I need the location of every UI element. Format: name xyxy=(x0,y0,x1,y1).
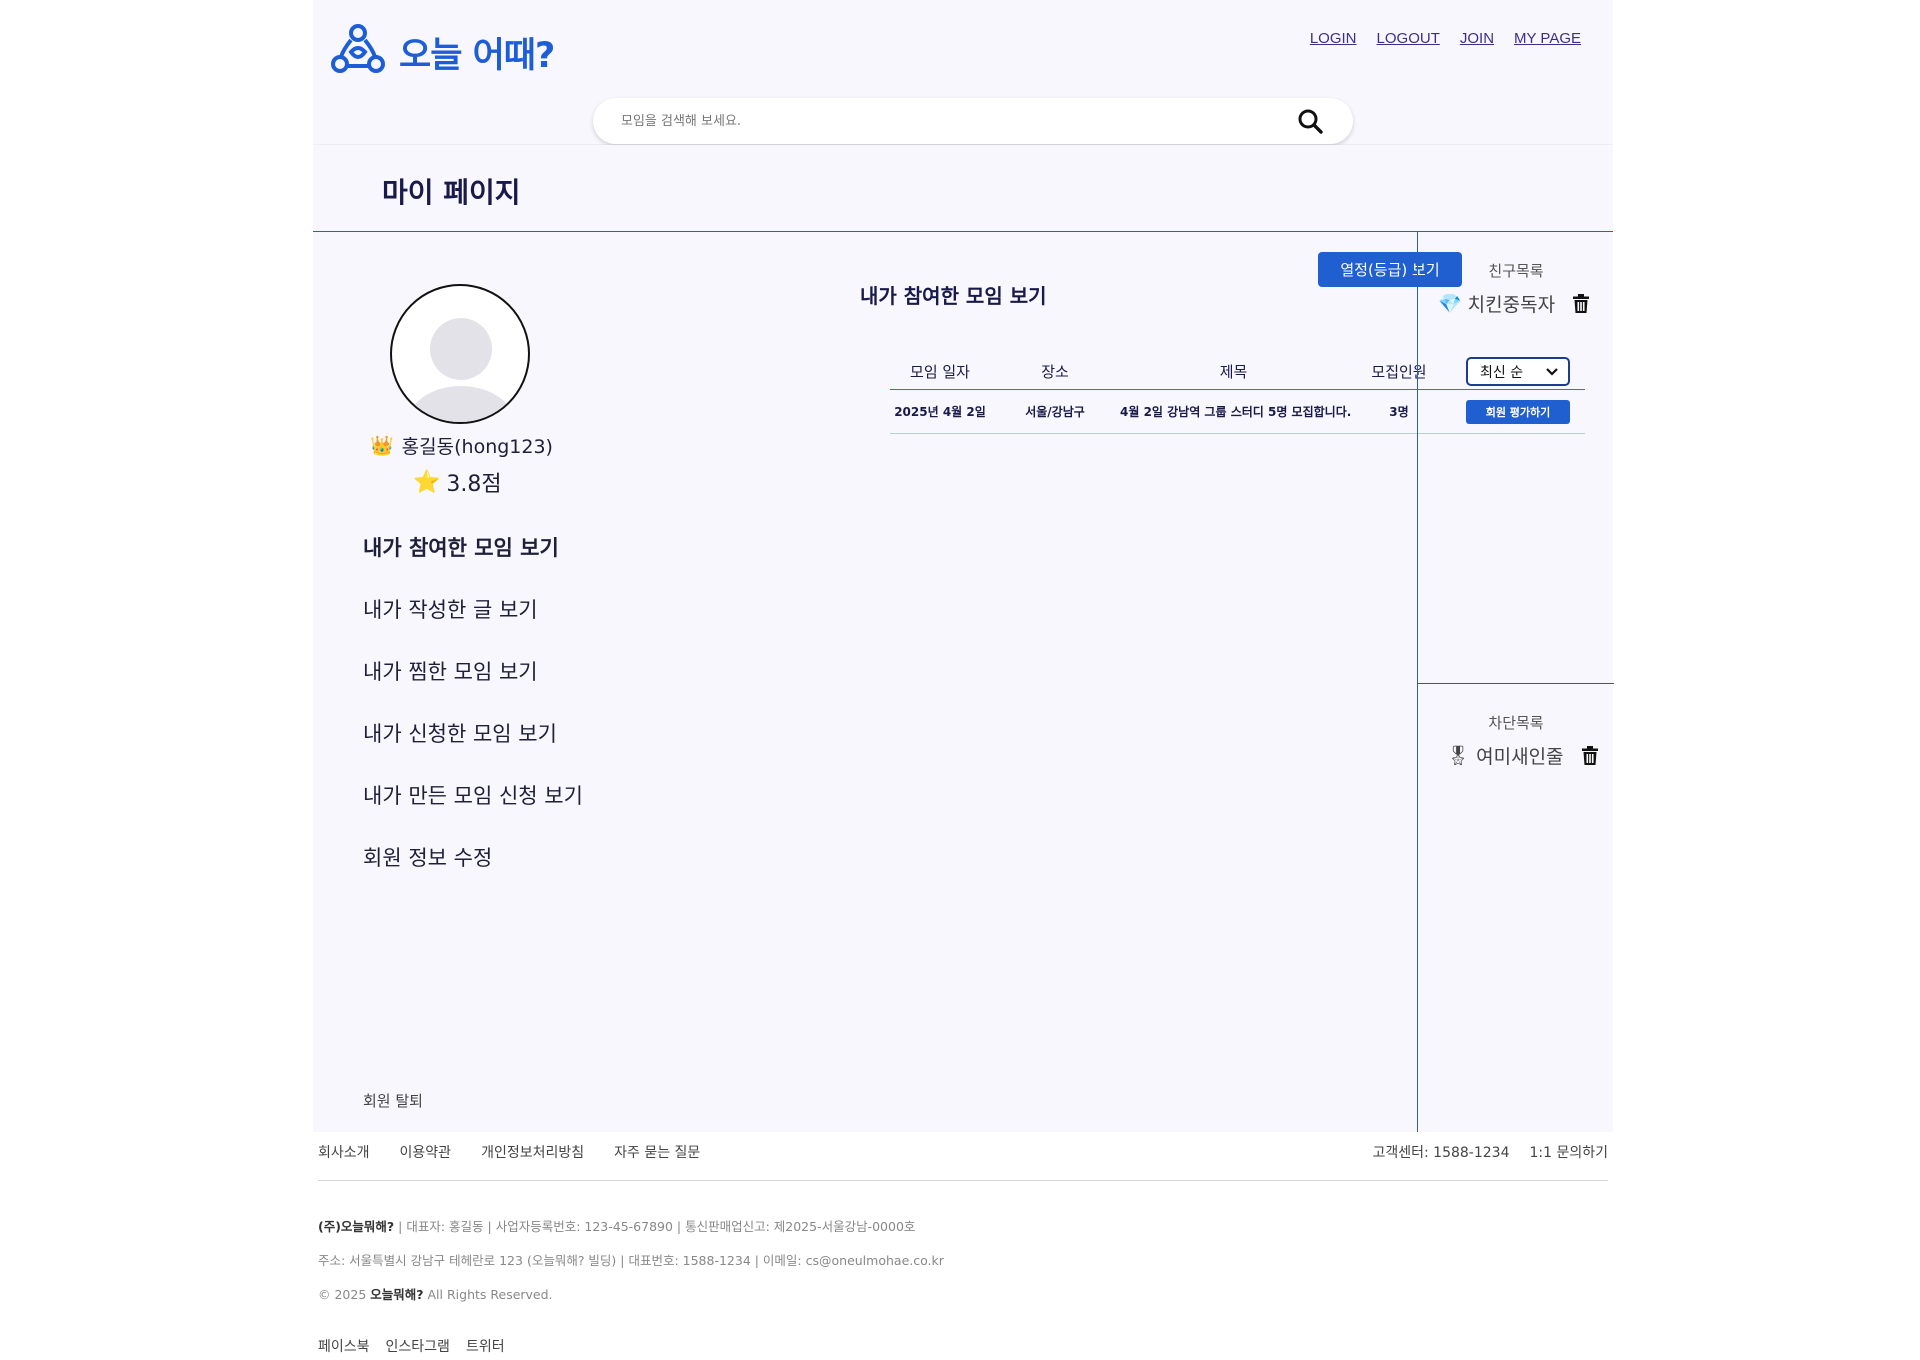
content-area: 👑 홍길동(hong123) ⭐ 3.8점 내가 참여한 모임 보기 내가 작성… xyxy=(313,232,1614,1132)
mypage-link[interactable]: MY PAGE xyxy=(1514,30,1581,47)
copyright-brand: 오늘뭐해? xyxy=(370,1287,424,1302)
relations-sidebar: 친구목록 💎 치킨중독자 차단목록 🎖 여미새인줄 xyxy=(1417,232,1614,1132)
cell-title[interactable]: 4월 2일 강남역 그룹 스터디 5명 모집합니다. xyxy=(1120,403,1351,420)
twitter-link[interactable]: 트위터 xyxy=(466,1336,505,1356)
blocked-item: 🎖 여미새인줄 xyxy=(1446,742,1598,769)
search-icon[interactable] xyxy=(1295,106,1325,136)
cell-place: 서울/강남구 xyxy=(1025,405,1085,419)
address-info: 주소: 서울특별시 강남구 테헤란로 123 (오늘뭐해? 빌딩) | 대표번호… xyxy=(318,1253,944,1268)
menu-edit-profile[interactable]: 회원 정보 수정 xyxy=(363,842,583,904)
logout-link[interactable]: LOGOUT xyxy=(1377,30,1440,47)
user-line: 👑 홍길동(hong123) xyxy=(370,432,553,459)
inquiry-link[interactable]: 1:1 문의하기 xyxy=(1529,1142,1608,1162)
page: 오늘 어때? LOGIN LOGOUT JOIN MY PAGE 마이 페이지 xyxy=(313,0,1614,1360)
logo[interactable]: 오늘 어때? xyxy=(329,22,555,82)
menu-my-posts[interactable]: 내가 작성한 글 보기 xyxy=(363,594,583,656)
friend-item: 💎 치킨중독자 xyxy=(1438,290,1590,317)
trash-icon[interactable] xyxy=(1581,746,1598,765)
facebook-link[interactable]: 페이스북 xyxy=(318,1336,370,1356)
footer: 회사소개 이용약관 개인정보처리방침 자주 묻는 질문 고객센터: 1588-1… xyxy=(313,1132,1613,1360)
blocked-title: 차단목록 xyxy=(1488,714,1544,732)
withdraw-link[interactable]: 회원 탈퇴 xyxy=(363,1090,423,1111)
footer-support: 고객센터: 1588-1234 1:1 문의하기 xyxy=(1372,1142,1608,1162)
login-link[interactable]: LOGIN xyxy=(1310,30,1357,47)
column-header: 모임 일자 xyxy=(910,363,970,381)
instagram-link[interactable]: 인스타그램 xyxy=(386,1336,450,1356)
friends-section: 친구목록 💎 치킨중독자 xyxy=(1418,232,1614,684)
footer-link-faq[interactable]: 자주 묻는 질문 xyxy=(614,1142,700,1162)
footer-link-terms[interactable]: 이용약관 xyxy=(400,1142,452,1162)
footer-link-privacy[interactable]: 개인정보처리방침 xyxy=(481,1142,584,1162)
column-header: 제목 xyxy=(1219,363,1248,381)
avatar-body xyxy=(406,386,516,422)
profile-sidebar: 👑 홍길동(hong123) ⭐ 3.8점 내가 참여한 모임 보기 내가 작성… xyxy=(313,232,603,1132)
section-title: 내가 참여한 모임 보기 xyxy=(860,284,1047,308)
trash-icon[interactable] xyxy=(1573,294,1590,313)
header: 오늘 어때? LOGIN LOGOUT JOIN MY PAGE xyxy=(313,0,1613,145)
title-bar: 마이 페이지 xyxy=(313,145,1613,232)
page-title: 마이 페이지 xyxy=(382,176,521,209)
community-logo-icon xyxy=(329,22,387,82)
menu-joined-meetings[interactable]: 내가 참여한 모임 보기 xyxy=(363,532,583,594)
menu-my-meeting-applications[interactable]: 내가 만든 모임 신청 보기 xyxy=(363,780,583,842)
cell-date: 2025년 4월 2일 xyxy=(894,405,986,419)
footer-links: 회사소개 이용약관 개인정보처리방침 자주 묻는 질문 xyxy=(318,1142,700,1162)
avatar-head xyxy=(430,318,492,380)
menu-applied-meetings[interactable]: 내가 신청한 모임 보기 xyxy=(363,718,583,780)
diamond-icon: 💎 xyxy=(1438,293,1462,315)
user-name: 홍길동(hong123) xyxy=(401,436,553,458)
mypage-menu: 내가 참여한 모임 보기 내가 작성한 글 보기 내가 찜한 모임 보기 내가 … xyxy=(363,532,583,904)
copyright-suffix: All Rights Reserved. xyxy=(423,1287,553,1302)
company-details: | 대표자: 홍길동 | 사업자등록번호: 123-45-67890 | 통신판… xyxy=(394,1219,916,1234)
column-header: 장소 xyxy=(1041,363,1069,381)
blocked-name[interactable]: 여미새인줄 xyxy=(1476,742,1563,769)
star-icon: ⭐ xyxy=(413,469,441,495)
blocked-section: 차단목록 🎖 여미새인줄 xyxy=(1418,684,1614,1132)
friend-name[interactable]: 치킨중독자 xyxy=(1468,290,1555,317)
copyright-prefix: © 2025 xyxy=(318,1287,371,1302)
footer-link-about[interactable]: 회사소개 xyxy=(318,1142,370,1162)
search-input[interactable] xyxy=(621,113,1295,129)
search-bar xyxy=(593,98,1353,144)
social-links: 페이스북 인스타그램 트위터 xyxy=(318,1336,505,1356)
company-info: (주)오늘뭐해? | 대표자: 홍길동 | 사업자등록번호: 123-45-67… xyxy=(318,1216,915,1235)
copyright: © 2025 오늘뭐해? All Rights Reserved. xyxy=(318,1284,553,1303)
menu-favorite-meetings[interactable]: 내가 찜한 모임 보기 xyxy=(363,656,583,718)
top-nav: LOGIN LOGOUT JOIN MY PAGE xyxy=(1310,30,1581,47)
footer-divider xyxy=(318,1180,1608,1181)
logo-text: 오늘 어때? xyxy=(399,35,555,76)
company-name: (주)오늘뭐해? xyxy=(318,1219,395,1234)
friends-title: 친구목록 xyxy=(1488,262,1544,280)
main-panel: 열정(등급) 보기 내가 참여한 모임 보기 모임 일자 장소 제목 모집인원 … xyxy=(603,232,1585,1132)
crown-icon: 👑 xyxy=(370,435,394,457)
score-line: ⭐ 3.8점 xyxy=(413,466,502,498)
join-link[interactable]: JOIN xyxy=(1460,30,1494,47)
customer-center: 고객센터: 1588-1234 xyxy=(1372,1145,1510,1161)
medal-icon: 🎖 xyxy=(1446,745,1471,767)
avatar xyxy=(390,284,530,424)
user-score: 3.8점 xyxy=(446,472,502,497)
